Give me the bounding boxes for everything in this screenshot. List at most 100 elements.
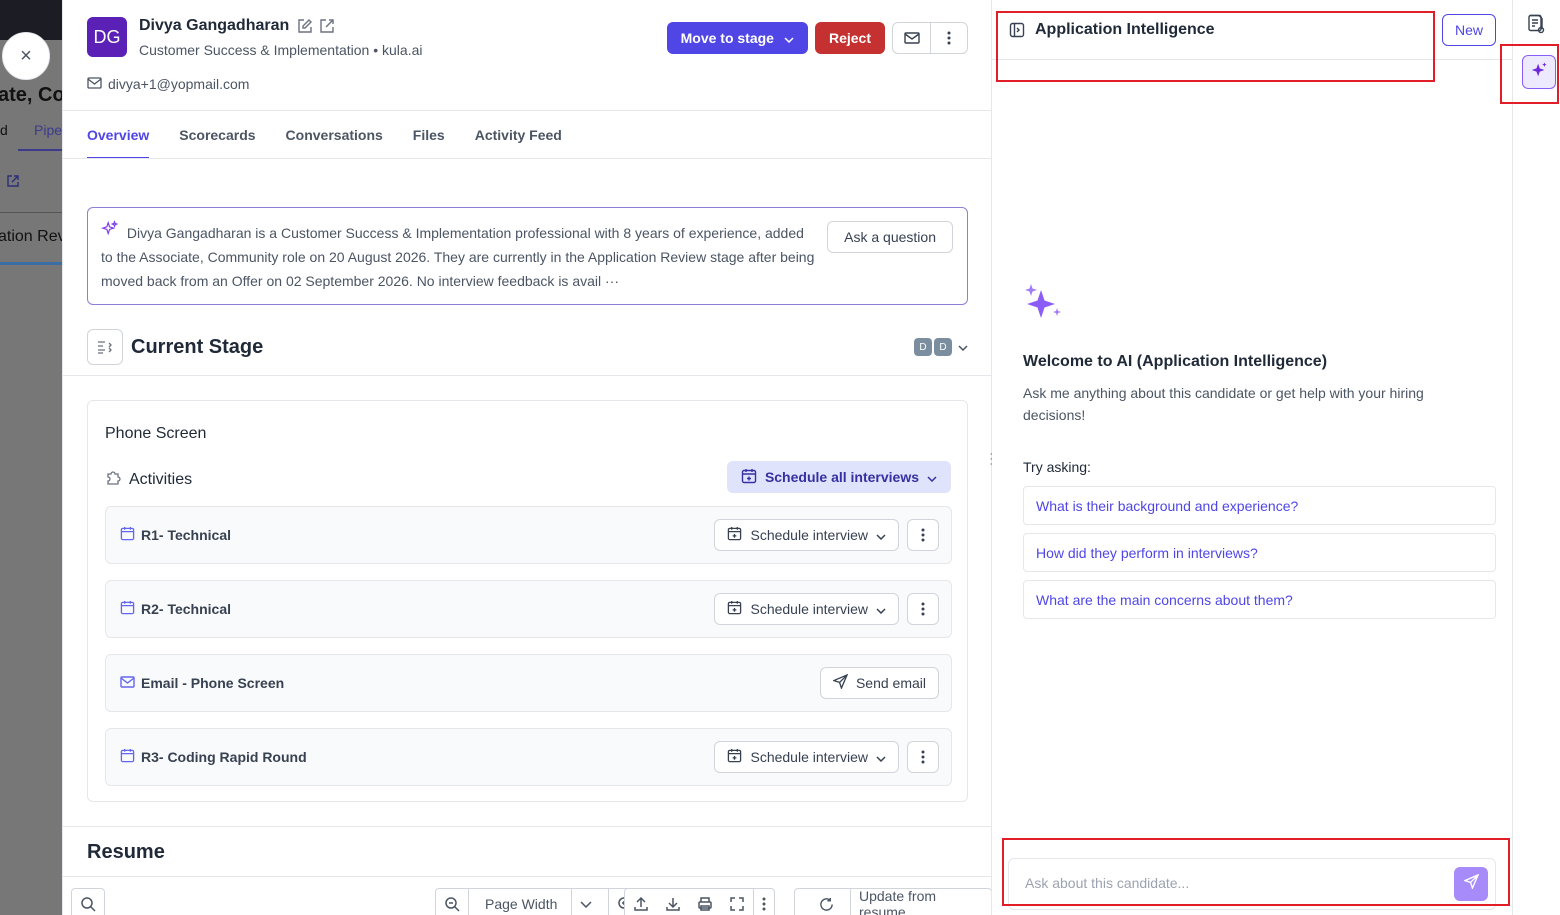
reject-button[interactable]: Reject bbox=[814, 22, 885, 54]
calendar-plus-icon bbox=[727, 526, 742, 544]
activity-row: R2- Technical Schedule interview bbox=[105, 580, 952, 638]
chevron-down-icon bbox=[876, 601, 886, 617]
stage-assignees[interactable]: D D bbox=[914, 338, 968, 356]
ai-panel-header: Application Intelligence New bbox=[992, 0, 1512, 60]
tab-conversations[interactable]: Conversations bbox=[286, 127, 383, 159]
candidate-name-actions bbox=[297, 18, 335, 39]
current-stage-header: Current Stage bbox=[87, 329, 263, 365]
right-rail bbox=[1512, 0, 1560, 915]
edit-icon[interactable] bbox=[297, 18, 313, 39]
calendar-icon bbox=[120, 748, 135, 766]
schedule-all-label: Schedule all interviews bbox=[764, 469, 919, 485]
mail-icon bbox=[87, 76, 102, 92]
schedule-interview-button[interactable]: Schedule interview bbox=[714, 593, 899, 625]
collapse-panel-icon[interactable] bbox=[1009, 22, 1025, 43]
background-tab-pipeline: Pipe bbox=[34, 122, 62, 138]
activity-actions: Schedule interview bbox=[714, 519, 939, 551]
more-vertical-icon[interactable] bbox=[907, 741, 939, 773]
update-from-resume-button[interactable]: Update from resume bbox=[794, 888, 992, 915]
send-email-button[interactable]: Send email bbox=[819, 667, 939, 699]
background-stage-label: ation Rev bbox=[0, 228, 62, 245]
suggestion-chip[interactable]: What is their background and experience? bbox=[1023, 486, 1496, 525]
sparkles-icon bbox=[1023, 282, 1067, 327]
resume-title: Resume bbox=[87, 841, 165, 863]
ai-panel-title: Application Intelligence bbox=[1035, 21, 1215, 38]
subtitle-separator: • bbox=[373, 42, 379, 58]
more-vertical-icon[interactable] bbox=[930, 23, 967, 53]
ai-chat-input-box bbox=[1008, 858, 1496, 910]
background-tab: d bbox=[0, 122, 8, 138]
activities-header: Activities bbox=[105, 468, 192, 491]
avatar: D bbox=[934, 338, 952, 356]
schedule-all-interviews-button[interactable]: Schedule all interviews bbox=[726, 461, 951, 493]
suggestion-chip[interactable]: What are the main concerns about them? bbox=[1023, 580, 1496, 619]
new-chat-button[interactable]: New bbox=[1442, 14, 1497, 46]
ai-summary-card: Divya Gangadharan is a Customer Success … bbox=[87, 207, 968, 305]
notes-icon[interactable] bbox=[1527, 14, 1545, 39]
suggestion-chip[interactable]: How did they perform in interviews? bbox=[1023, 533, 1496, 572]
more-vertical-icon[interactable] bbox=[907, 519, 939, 551]
candidate-subtitle: Customer Success & Implementation • kula… bbox=[139, 42, 422, 58]
stage-list-icon[interactable] bbox=[87, 329, 123, 365]
stage-card: Phone Screen Activities Schedule all int… bbox=[87, 400, 968, 802]
schedule-interview-label: Schedule interview bbox=[750, 527, 868, 543]
ask-question-button[interactable]: Ask a question bbox=[827, 221, 953, 253]
ai-chat-input[interactable] bbox=[1025, 875, 1425, 891]
tab-overview[interactable]: Overview bbox=[87, 127, 150, 159]
candidate-email-text: divya+1@yopmail.com bbox=[108, 76, 250, 92]
upload-icon[interactable] bbox=[625, 896, 657, 912]
tabs-divider bbox=[63, 158, 993, 159]
schedule-interview-button[interactable]: Schedule interview bbox=[714, 519, 899, 551]
activity-label: Email - Phone Screen bbox=[141, 675, 285, 691]
move-to-stage-button[interactable]: Move to stage bbox=[666, 22, 808, 54]
summary-expand[interactable]: ··· bbox=[605, 273, 619, 289]
background-page: ate, Co d Pipe ation Rev bbox=[0, 0, 62, 915]
ai-assistant-toggle[interactable] bbox=[1522, 55, 1556, 89]
calendar-plus-icon bbox=[727, 748, 742, 766]
zoom-out-icon[interactable] bbox=[436, 896, 468, 912]
external-link-icon[interactable] bbox=[319, 18, 335, 39]
current-stage-title: Current Stage bbox=[131, 335, 264, 358]
activity-label: R3- Coding Rapid Round bbox=[141, 749, 307, 765]
tab-scorecards[interactable]: Scorecards bbox=[179, 127, 255, 159]
send-button[interactable] bbox=[1454, 867, 1488, 901]
more-vertical-icon[interactable] bbox=[907, 593, 939, 625]
zoom-mode-label: Page Width bbox=[485, 896, 558, 912]
print-icon[interactable] bbox=[689, 889, 721, 915]
activities-label: Activities bbox=[129, 470, 193, 488]
activity-row: R1- Technical Schedule interview bbox=[105, 506, 952, 564]
background-stage-indicator bbox=[0, 262, 62, 265]
calendar-icon bbox=[120, 526, 135, 544]
ai-welcome-title: Welcome to AI (Application Intelligence) bbox=[1023, 353, 1328, 370]
activity-row: Email - Phone Screen Send email bbox=[105, 654, 952, 712]
chevron-down-icon bbox=[876, 527, 886, 543]
chevron-down-icon bbox=[571, 889, 600, 915]
search-icon[interactable] bbox=[72, 896, 104, 912]
send-icon bbox=[832, 673, 849, 692]
chevron-down-icon bbox=[784, 30, 794, 46]
mail-icon bbox=[120, 675, 135, 691]
download-icon[interactable] bbox=[657, 889, 689, 915]
update-from-resume-content: Update from resume bbox=[795, 888, 991, 915]
mail-icon[interactable] bbox=[893, 23, 930, 53]
background-tab-indicator bbox=[18, 149, 62, 151]
fullscreen-icon[interactable] bbox=[721, 889, 753, 915]
tab-activity-feed[interactable]: Activity Feed bbox=[475, 127, 562, 159]
ai-panel: Application Intelligence New Welcome to … bbox=[992, 0, 1512, 915]
close-drawer-button[interactable]: × bbox=[2, 32, 50, 80]
sparkles-icon bbox=[100, 220, 123, 241]
zoom-mode-select[interactable]: Page Width bbox=[468, 889, 608, 915]
stage-name: Phone Screen bbox=[105, 425, 207, 442]
more-vertical-icon[interactable] bbox=[753, 889, 774, 915]
ai-welcome-description: Ask me anything about this candidate or … bbox=[1023, 385, 1424, 423]
schedule-interview-button[interactable]: Schedule interview bbox=[714, 741, 899, 773]
calendar-plus-icon bbox=[727, 600, 742, 618]
avatar: D bbox=[914, 338, 932, 356]
refresh-icon bbox=[811, 897, 842, 912]
background-title: ate, Co bbox=[0, 84, 62, 106]
move-to-stage-label: Move to stage bbox=[680, 30, 774, 46]
candidate-company: kula.ai bbox=[382, 42, 423, 58]
tab-files[interactable]: Files bbox=[413, 127, 445, 159]
puzzle-icon bbox=[105, 468, 123, 491]
sparkles-icon bbox=[1530, 61, 1548, 84]
